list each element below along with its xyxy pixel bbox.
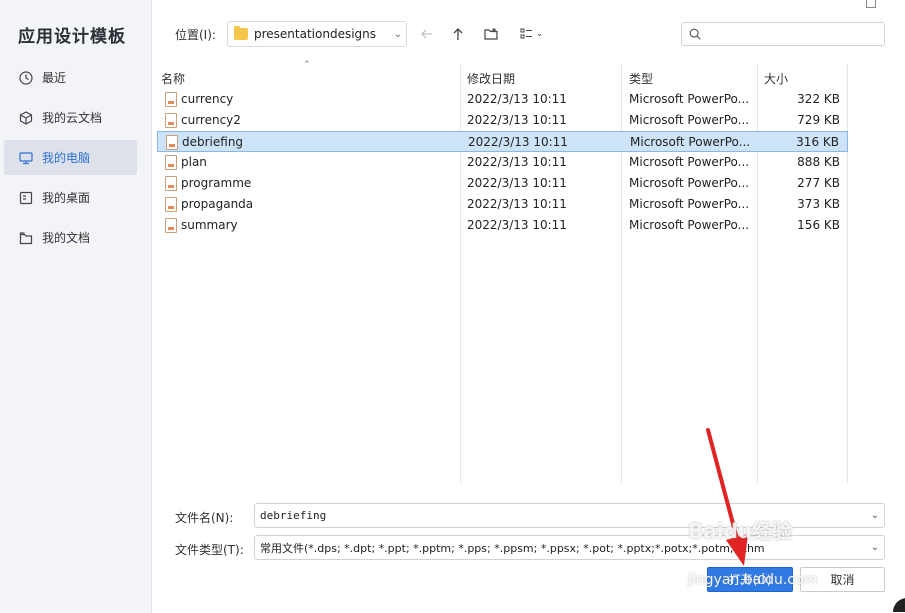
dialog-title: 应用设计模板 xyxy=(18,27,126,47)
open-file-dialog: 应用设计模板 最近 我的云文档 我的电脑 我的桌面 我的文档 位置(I): pr… xyxy=(0,0,905,613)
back-button[interactable] xyxy=(417,24,437,44)
file-name: debriefing xyxy=(182,135,244,149)
new-folder-icon xyxy=(484,28,498,40)
file-size: 888 KB xyxy=(797,155,840,169)
file-list-header: 名称 修改日期 类型 大小 xyxy=(157,68,848,88)
sidebar-item-cloud-docs[interactable]: 我的云文档 xyxy=(4,100,137,135)
file-size: 156 KB xyxy=(797,218,840,232)
file-name: currency2 xyxy=(181,113,241,127)
filename-label: 文件名(N): xyxy=(175,511,234,525)
file-name: currency xyxy=(181,92,234,106)
file-date: 2022/3/13 10:11 xyxy=(467,176,567,190)
column-header-type[interactable]: 类型 xyxy=(629,70,653,87)
file-type: Microsoft PowerPo... xyxy=(629,176,750,190)
ppt-file-icon xyxy=(165,218,177,233)
chevron-down-icon: ⌄ xyxy=(870,542,880,553)
watermark-url: jingyan.baidu.com xyxy=(688,572,818,588)
file-date: 2022/3/13 10:11 xyxy=(468,135,568,149)
file-list: 名称 修改日期 类型 大小 currency 2022/3/13 10:11 M… xyxy=(157,64,848,484)
file-row[interactable]: currency 2022/3/13 10:11 Microsoft Power… xyxy=(157,89,848,110)
cloud-cube-icon xyxy=(18,110,34,126)
file-date: 2022/3/13 10:11 xyxy=(467,218,567,232)
file-size: 729 KB xyxy=(797,113,840,127)
computer-icon xyxy=(18,150,34,166)
sidebar-item-my-computer[interactable]: 我的电脑 xyxy=(4,140,137,175)
file-size: 277 KB xyxy=(797,176,840,190)
file-size: 373 KB xyxy=(797,197,840,211)
folder-icon xyxy=(234,26,248,40)
file-date: 2022/3/13 10:11 xyxy=(467,155,567,169)
sidebar-item-label: 我的桌面 xyxy=(42,191,91,205)
sidebar-item-recent[interactable]: 最近 xyxy=(4,60,137,95)
red-arrow-annotation xyxy=(706,428,748,566)
ppt-file-icon xyxy=(165,113,177,128)
sidebar-item-label: 我的电脑 xyxy=(42,151,91,165)
chevron-down-icon: ⌄ xyxy=(393,28,403,40)
watermark-logo: Baidu经验 xyxy=(688,519,793,543)
chevron-down-icon: ⌄ xyxy=(535,29,544,39)
ppt-file-icon xyxy=(165,155,177,170)
file-date: 2022/3/13 10:11 xyxy=(467,113,567,127)
list-view-icon xyxy=(520,28,532,39)
column-header-date[interactable]: 修改日期 xyxy=(467,70,515,87)
filetype-label: 文件类型(T): xyxy=(175,543,244,557)
file-type: Microsoft PowerPo... xyxy=(629,155,750,169)
file-type: Microsoft PowerPo... xyxy=(629,218,750,232)
sidebar-item-label: 最近 xyxy=(42,71,67,85)
sidebar-item-label: 我的云文档 xyxy=(42,111,103,125)
desktop-icon xyxy=(18,190,34,206)
file-type: Microsoft PowerPo... xyxy=(630,135,751,149)
ppt-file-icon xyxy=(165,197,177,212)
location-label: 位置(I): xyxy=(175,28,216,42)
file-size: 322 KB xyxy=(797,92,840,106)
file-row[interactable]: summary 2022/3/13 10:11 Microsoft PowerP… xyxy=(157,215,848,236)
column-header-size[interactable]: 大小 xyxy=(764,70,788,87)
arrow-left-icon xyxy=(421,29,432,39)
file-type: Microsoft PowerPo... xyxy=(629,113,750,127)
arrow-up-icon xyxy=(453,28,463,40)
ppt-file-icon xyxy=(166,135,178,150)
file-type: Microsoft PowerPo... xyxy=(629,197,750,211)
corner-shadow xyxy=(893,598,905,612)
file-date: 2022/3/13 10:11 xyxy=(467,197,567,211)
ppt-file-icon xyxy=(165,92,177,107)
file-name: plan xyxy=(181,155,207,169)
search-input[interactable] xyxy=(706,25,876,43)
search-box[interactable] xyxy=(681,22,885,46)
up-folder-button[interactable] xyxy=(448,24,468,44)
file-name: summary xyxy=(181,218,238,232)
file-size: 316 KB xyxy=(796,135,839,149)
file-row[interactable]: plan 2022/3/13 10:11 Microsoft PowerPo..… xyxy=(157,152,848,173)
sidebar-nav: 最近 我的云文档 我的电脑 我的桌面 我的文档 xyxy=(4,60,137,260)
sidebar-item-label: 我的文档 xyxy=(42,231,91,245)
file-row[interactable]: programme 2022/3/13 10:11 Microsoft Powe… xyxy=(157,173,848,194)
sidebar-item-my-documents[interactable]: 我的文档 xyxy=(4,220,137,255)
location-dropdown[interactable]: presentationdesigns ⌄ xyxy=(227,21,407,47)
documents-icon xyxy=(18,230,34,246)
maximize-button[interactable] xyxy=(866,0,876,8)
file-name: programme xyxy=(181,176,252,190)
sidebar-item-my-desktop[interactable]: 我的桌面 xyxy=(4,180,137,215)
chevron-down-icon: ⌄ xyxy=(870,510,880,521)
sidebar: 应用设计模板 最近 我的云文档 我的电脑 我的桌面 我的文档 xyxy=(0,0,152,613)
search-icon xyxy=(689,28,701,40)
file-row[interactable]: propaganda 2022/3/13 10:11 Microsoft Pow… xyxy=(157,194,848,215)
column-header-name[interactable]: 名称 xyxy=(161,70,185,87)
new-folder-button[interactable] xyxy=(481,24,501,44)
file-name: propaganda xyxy=(181,197,254,211)
clock-icon xyxy=(18,70,34,86)
file-row-selected[interactable]: debriefing 2022/3/13 10:11 Microsoft Pow… xyxy=(157,131,848,152)
location-value: presentationdesigns xyxy=(254,27,377,41)
file-row[interactable]: currency2 2022/3/13 10:11 Microsoft Powe… xyxy=(157,110,848,131)
file-date: 2022/3/13 10:11 xyxy=(467,92,567,106)
ppt-file-icon xyxy=(165,176,177,191)
view-mode-button[interactable]: ⌄ xyxy=(516,24,546,44)
file-type: Microsoft PowerPo... xyxy=(629,92,750,106)
